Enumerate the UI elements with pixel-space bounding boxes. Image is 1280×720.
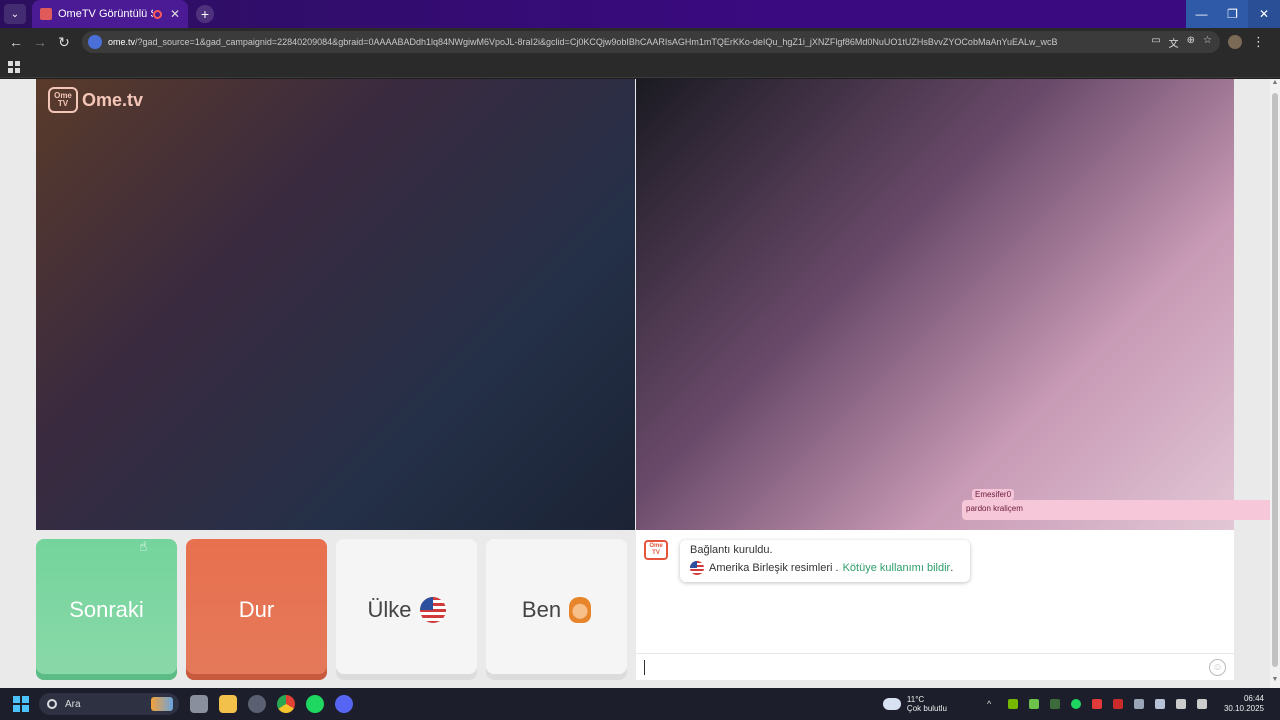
steam-icon[interactable]	[1133, 699, 1144, 709]
omnibox-icons: ▭ 文 ⊕ ☆	[1143, 35, 1220, 50]
stop-button[interactable]: Dur	[186, 539, 327, 680]
system-tray: 11°C Çok bulutlu ^ 06:44 30.10.2025	[882, 688, 1280, 720]
country-label: Ülke	[367, 596, 412, 622]
ometv-favicon-icon	[40, 8, 52, 20]
file-explorer-icon[interactable]	[219, 695, 237, 713]
task-view-icon[interactable]	[190, 695, 208, 713]
restore-button[interactable]: ❐	[1217, 0, 1248, 28]
tab-bar: ⌄ OmeTV Görüntülü Sohbet - ✕ + — ❐ ✕	[0, 0, 1280, 28]
page-scrollbar[interactable]: ▲ ▼	[1270, 79, 1280, 688]
scroll-down-icon[interactable]: ▼	[1270, 676, 1280, 688]
emoji-smile-icon[interactable]: ☺	[1209, 659, 1226, 676]
stop-label: Dur	[238, 596, 275, 622]
country-button[interactable]: Ülke	[336, 539, 477, 680]
microphone-icon[interactable]	[1175, 699, 1186, 709]
chevron-up-icon[interactable]: ^	[987, 699, 997, 709]
logo-text: Ome.tv	[82, 89, 144, 110]
ometv-logo: Ome TV Ome.tv	[48, 87, 143, 113]
tray-app-icon[interactable]	[1028, 699, 1039, 709]
forward-arrow-icon[interactable]: →	[28, 30, 52, 54]
chat-panel: Ome TV Bağlantı kuruldu. Amerika Birleşi…	[636, 530, 1234, 680]
gender-label: Ben	[521, 596, 562, 622]
next-button[interactable]: Sonraki	[36, 539, 177, 680]
taskbar-search[interactable]: Ara	[39, 693, 179, 715]
cloud-icon	[882, 698, 901, 710]
spotify-icon[interactable]	[306, 695, 324, 713]
url-path: /?gad_source=1&gad_campaignid=2284020908…	[135, 37, 1058, 47]
chat-input[interactable]: ☺	[636, 653, 1234, 680]
tray-record-icon[interactable]	[1112, 699, 1123, 709]
ometv-page: Ome TV Ome.tv Sonraki Dur Ülke Ben Ome T…	[0, 79, 1270, 688]
address-bar[interactable]: ome.tv/?gad_source=1&gad_campaignid=2284…	[82, 31, 1220, 53]
window-controls: — ❐ ✕	[1186, 0, 1280, 28]
browser-tab[interactable]: OmeTV Görüntülü Sohbet - ✕	[32, 0, 188, 28]
close-window-button[interactable]: ✕	[1248, 0, 1280, 28]
system-message: Bağlantı kuruldu. Amerika Birleşik resim…	[680, 540, 970, 582]
close-tab-icon[interactable]: ✕	[170, 7, 180, 21]
new-tab-button[interactable]: +	[196, 5, 214, 23]
chrome-icon[interactable]	[277, 695, 295, 713]
mouse-cursor-icon: ☝	[139, 538, 148, 554]
cloud-tray-icon[interactable]	[1154, 699, 1165, 709]
bookmarks-bar	[0, 56, 1280, 78]
scroll-up-icon[interactable]: ▲	[1270, 79, 1280, 91]
tray-app-icon-2[interactable]	[1049, 699, 1060, 709]
search-icon	[47, 699, 57, 709]
temperature: 11°C	[906, 695, 925, 704]
translate-icon[interactable]: 文	[1169, 35, 1179, 50]
remote-username-tag: Emesifer0	[972, 489, 1015, 500]
search-label: Ara	[65, 698, 81, 710]
reload-icon[interactable]: ↻	[52, 30, 76, 54]
search-highlight-icon	[151, 697, 173, 711]
weather-widget[interactable]: 11°C Çok bulutlu	[882, 695, 947, 713]
bookmark-star-icon[interactable]: ☆	[1203, 35, 1212, 50]
browser-toolbar: ← → ↻ ome.tv/?gad_source=1&gad_campaigni…	[0, 28, 1280, 56]
site-info-icon[interactable]	[88, 35, 102, 49]
remote-overlay-message: pardon kraliçem	[962, 500, 1280, 520]
report-suffix: .	[950, 562, 954, 574]
us-flag-small-icon	[690, 561, 704, 575]
minimize-button[interactable]: —	[1186, 0, 1217, 28]
date: 30.10.2025	[1223, 704, 1264, 713]
time: 06:44	[1243, 694, 1264, 703]
woman-emoji-icon	[569, 596, 592, 623]
local-video: Ome TV Ome.tv	[36, 79, 635, 530]
connected-text: Bağlantı kuruldu.	[690, 544, 773, 556]
chat-ometv-logo-icon: Ome TV	[644, 540, 668, 560]
country-text: Amerika Birleşik resimleri .	[709, 562, 839, 574]
tray-red-icon[interactable]	[1091, 699, 1102, 709]
gender-button[interactable]: Ben	[486, 539, 627, 680]
tab-title: OmeTV Görüntülü Sohbet -	[58, 8, 153, 20]
clock[interactable]: 06:44 30.10.2025	[1224, 694, 1264, 714]
us-flag-icon	[419, 596, 446, 623]
url-text[interactable]: ome.tv/?gad_source=1&gad_campaignid=2284…	[108, 37, 1143, 47]
report-abuse-link[interactable]: Kötüye kullanımı bildir	[843, 562, 951, 574]
recording-icon	[152, 9, 162, 19]
country-line: Amerika Birleşik resimleri . Kötüye kull…	[690, 561, 960, 575]
remote-video	[636, 79, 1234, 530]
menu-kebab-icon[interactable]: ⋮	[1252, 34, 1265, 50]
discord-icon[interactable]	[335, 695, 353, 713]
cast-icon[interactable]: ▭	[1151, 35, 1160, 50]
next-label: Sonraki	[69, 596, 144, 622]
apps-grid-icon[interactable]	[8, 61, 20, 73]
zoom-icon[interactable]: ⊕	[1187, 35, 1195, 50]
logo-tv-icon: Ome TV	[48, 87, 78, 113]
url-domain: ome.tv	[108, 37, 136, 47]
windows-start-icon[interactable]	[13, 696, 29, 712]
volume-icon[interactable]	[1196, 699, 1207, 709]
profile-avatar[interactable]	[1228, 35, 1242, 49]
nvidia-icon[interactable]	[1007, 699, 1018, 709]
scroll-thumb[interactable]	[1272, 93, 1278, 667]
weather-desc: Çok bulutlu	[906, 704, 947, 713]
spotify-tray-icon[interactable]	[1070, 699, 1081, 709]
app-icon[interactable]	[248, 695, 266, 713]
tab-search-dropdown[interactable]: ⌄	[4, 4, 26, 24]
back-arrow-icon[interactable]: ←	[4, 30, 28, 54]
windows-taskbar: Ara 11°C Çok bulutlu ^ 06:44 30.10.2025	[0, 688, 1280, 720]
text-caret	[644, 660, 645, 675]
